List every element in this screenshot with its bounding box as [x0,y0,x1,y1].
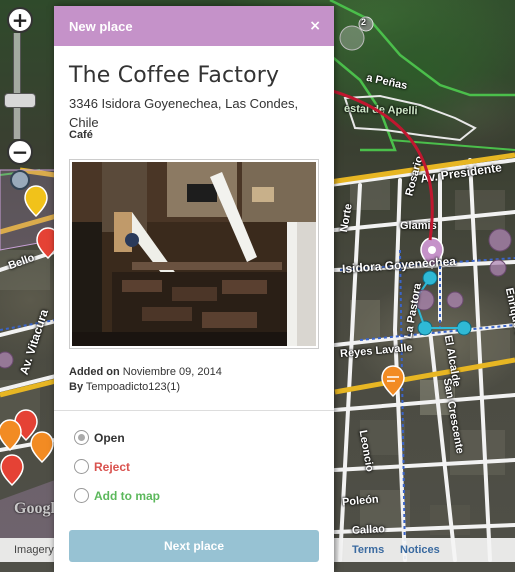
zoom-out-button[interactable]: − [7,139,33,165]
option-add-to-map-label[interactable]: Add to map [94,489,160,503]
map-label-park: estal de Apelli [343,102,418,118]
place-photo[interactable] [69,159,319,349]
added-on-label: Added on [69,366,120,378]
place-pin-orange[interactable] [381,365,405,398]
cluster-marker[interactable] [339,16,374,51]
radio-open[interactable] [74,430,89,445]
option-add-to-map[interactable]: Add to map [74,488,160,503]
radio-reject[interactable] [74,459,89,474]
option-open-label[interactable]: Open [94,431,125,445]
option-reject[interactable]: Reject [74,459,130,474]
notices-link[interactable]: Notices [400,544,440,556]
place-address: 3346 Isidora Goyenechea, Las Condes, Chi… [69,96,299,130]
panel-title: New place [69,18,133,34]
zoom-slider-track[interactable] [13,33,21,139]
street-view-pegman-icon[interactable] [10,170,30,190]
cluster-count: 2 [361,17,367,27]
radio-add-to-map[interactable] [74,488,89,503]
new-place-panel: New place × The Coffee Factory 3346 Isid… [54,6,334,572]
added-by-user[interactable]: Tempoadicto123(1) [86,381,180,393]
zoom-in-button[interactable]: + [7,7,33,33]
imagery-attribution: Imagery [14,544,54,556]
terms-link[interactable]: Terms [352,544,384,556]
added-by-label: By [69,381,84,393]
place-name: The Coffee Factory [69,63,280,88]
place-category: Café [69,129,93,141]
option-open[interactable]: Open [74,430,125,445]
next-place-button[interactable]: Next place [69,530,319,562]
close-icon[interactable]: × [309,18,321,34]
zoom-slider-handle[interactable] [4,93,36,108]
panel-header: New place × [54,6,334,46]
map-label-callao: Callao [351,523,386,537]
map-label-glamis: Glamis [400,220,437,232]
divider [54,410,334,411]
cafe-interior-photo [72,162,316,346]
option-reject-label[interactable]: Reject [94,460,130,474]
added-on: Added on Noviembre 09, 2014 [69,366,222,378]
added-by: By Tempoadicto123(1) [69,381,180,393]
added-on-date: Noviembre 09, 2014 [122,366,222,378]
